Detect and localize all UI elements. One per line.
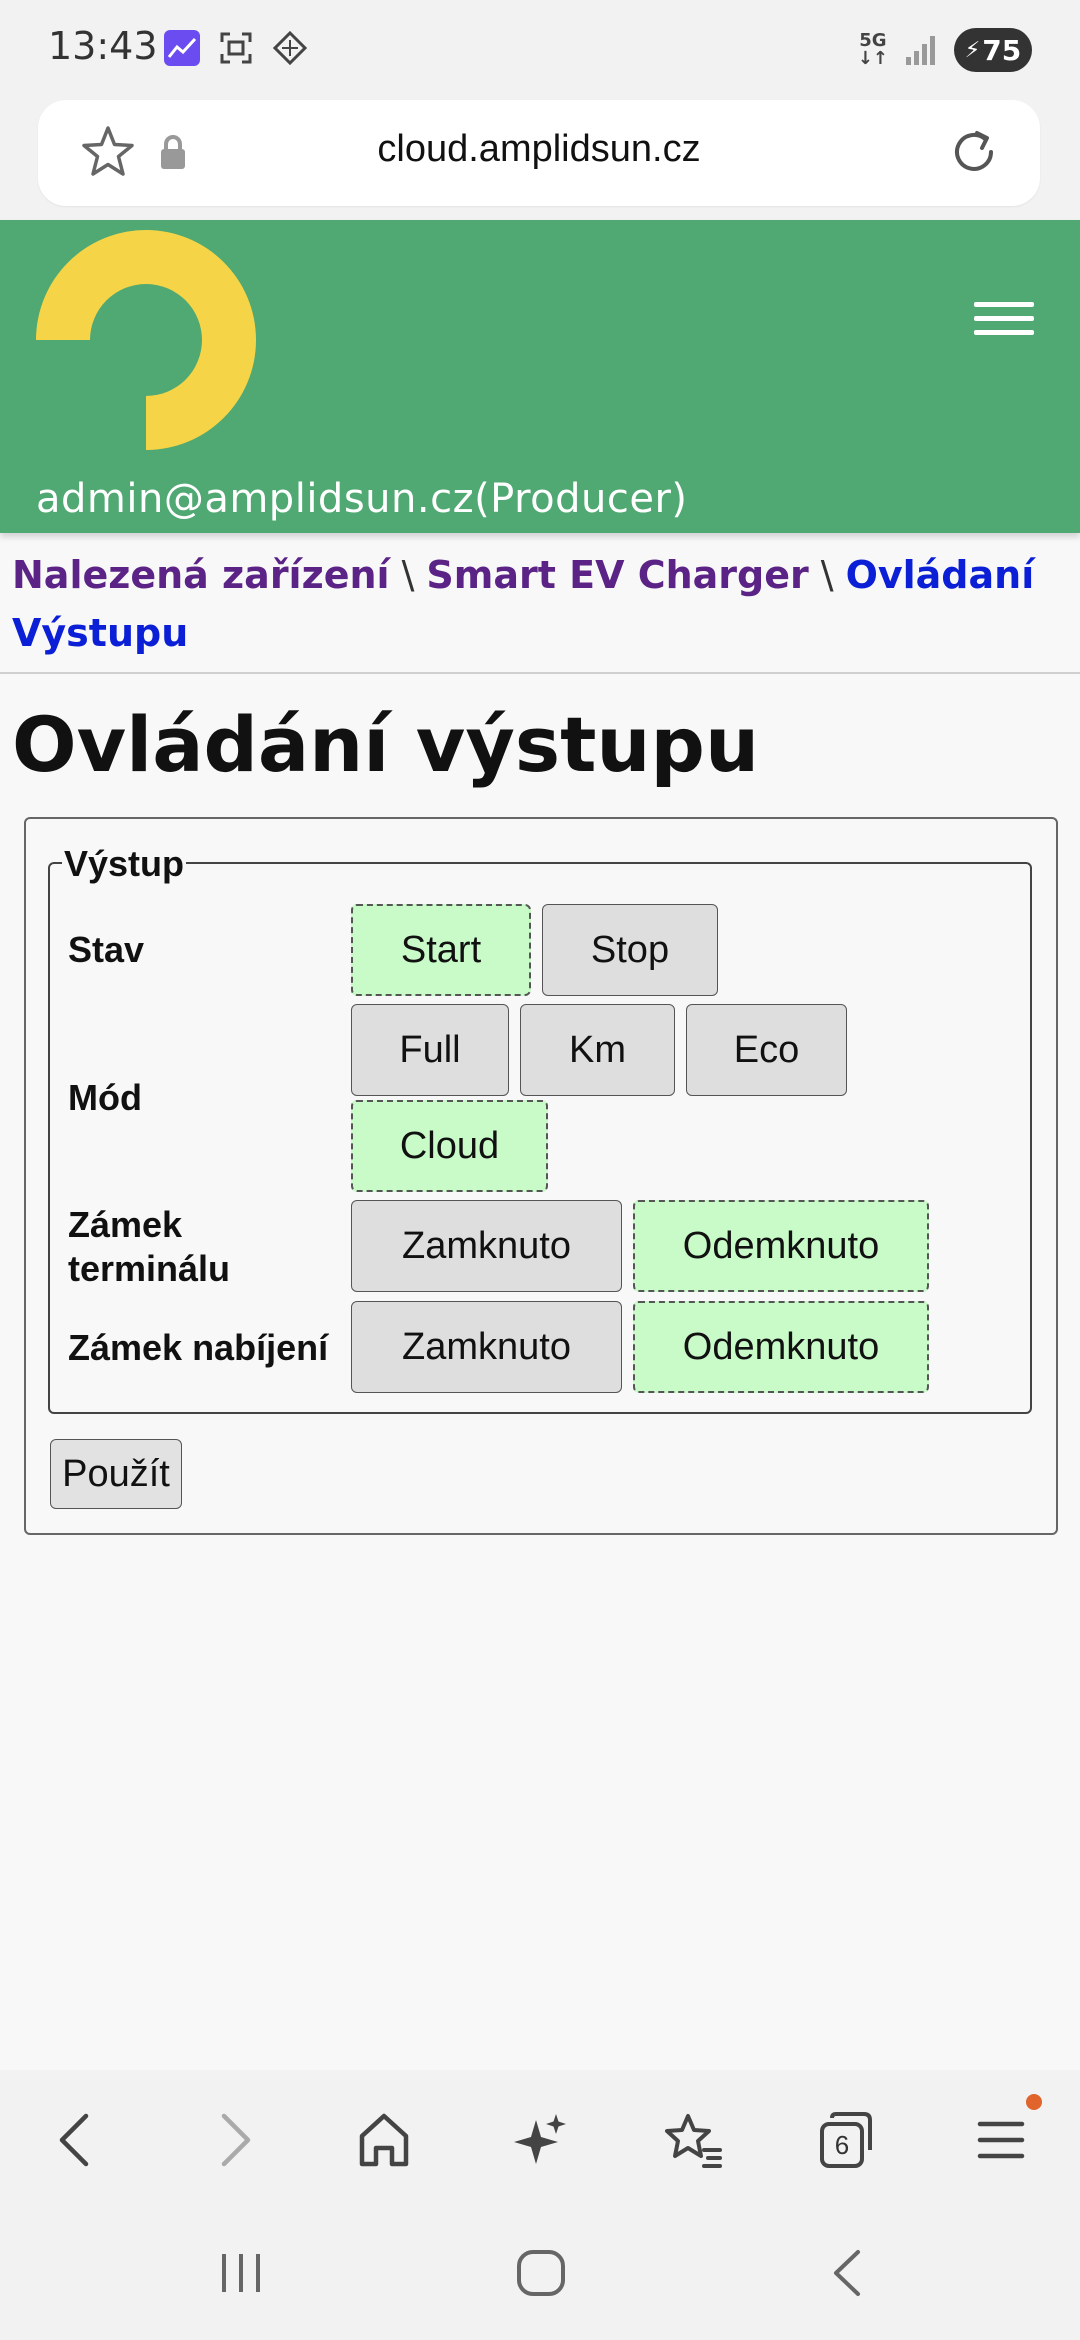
fieldset-legend: Výstup (62, 843, 187, 885)
hamburger-line (974, 316, 1034, 321)
menu-icon[interactable] (976, 2110, 1026, 2170)
url-box[interactable]: cloud.amplidsun.cz (38, 100, 1040, 206)
battery-bolt: ⚡ (964, 37, 981, 63)
breadcrumb-found-devices[interactable]: Nalezená zařízení (12, 553, 390, 597)
battery-charging-icon: ⚡ 75 (954, 28, 1032, 72)
grid-app-icon (272, 30, 308, 66)
bookmarks-icon[interactable] (664, 2110, 724, 2170)
breadcrumb-device[interactable]: Smart EV Charger (426, 553, 808, 597)
mod-option-full[interactable]: Full (351, 1004, 509, 1096)
breadcrumb-separator: \ (401, 553, 415, 597)
row-label-mod: Mód (68, 1077, 142, 1118)
back-icon[interactable] (54, 2110, 98, 2170)
row-label-charging-lock: Zámek nabíjení (68, 1327, 329, 1368)
browser-address-bar: cloud.amplidsun.cz (0, 100, 1080, 220)
notification-dot (1026, 2094, 1042, 2110)
amplidsun-logo[interactable] (36, 230, 256, 456)
screenshot-icon (220, 32, 252, 64)
charging-lock-option-locked[interactable]: Zamknuto (351, 1301, 622, 1393)
menu-hamburger-icon[interactable] (974, 302, 1034, 338)
mod-option-cloud[interactable]: Cloud (351, 1100, 548, 1192)
user-account: admin@amplidsun.cz(Producer) (36, 476, 688, 522)
clock: 13:43 (48, 24, 158, 68)
status-bar: 13:43 5G ↓↑ ⚡ 75 (0, 0, 1080, 100)
hamburger-line (974, 302, 1034, 307)
divider (0, 672, 1080, 674)
data-arrows: ↓↑ (857, 48, 888, 69)
battery-level: 75 (982, 33, 1022, 67)
stav-option-start[interactable]: Start (351, 904, 531, 996)
mod-option-km[interactable]: Km (520, 1004, 675, 1096)
notification-icons (164, 30, 308, 66)
forward-icon[interactable] (212, 2110, 256, 2170)
recents-icon[interactable] (216, 2248, 266, 2298)
terminal-lock-option-locked[interactable]: Zamknuto (351, 1200, 622, 1292)
tab-count: 6 (834, 2130, 850, 2160)
network-type: 5G ↓↑ (857, 30, 888, 69)
signal-icon (906, 36, 935, 65)
home-circle-icon[interactable] (514, 2248, 568, 2298)
browser-toolbar: 6 (0, 2070, 1080, 2210)
tabs-icon[interactable]: 6 (818, 2110, 874, 2170)
stav-option-stop[interactable]: Stop (542, 904, 718, 996)
terminal-lock-option-unlocked[interactable]: Odemknuto (633, 1200, 929, 1292)
system-navigation (0, 2210, 1080, 2340)
row-label-stav: Stav (68, 929, 145, 970)
sparkle-icon[interactable] (510, 2110, 570, 2170)
charging-lock-option-unlocked[interactable]: Odemknuto (633, 1301, 929, 1393)
mod-option-eco[interactable]: Eco (686, 1004, 847, 1096)
hamburger-line (974, 330, 1034, 335)
page-title: Ovládání výstupu (12, 700, 760, 789)
breadcrumb-separator: \ (820, 553, 834, 597)
apply-button[interactable]: Použít (50, 1439, 182, 1509)
site-header: admin@amplidsun.cz(Producer) (0, 220, 1080, 533)
reload-icon[interactable] (944, 122, 1004, 182)
breadcrumb: Nalezená zařízení \ Smart EV Charger \ Ovlád… (12, 546, 1062, 662)
row-label-terminal-lock: Zámek terminálu (68, 1204, 231, 1289)
stocks-app-icon (164, 30, 200, 66)
home-icon[interactable] (356, 2110, 412, 2170)
url-text[interactable]: cloud.amplidsun.cz (38, 128, 1040, 171)
system-icons: 5G ↓↑ ⚡ 75 (858, 28, 1032, 72)
system-back-icon[interactable] (826, 2248, 866, 2298)
